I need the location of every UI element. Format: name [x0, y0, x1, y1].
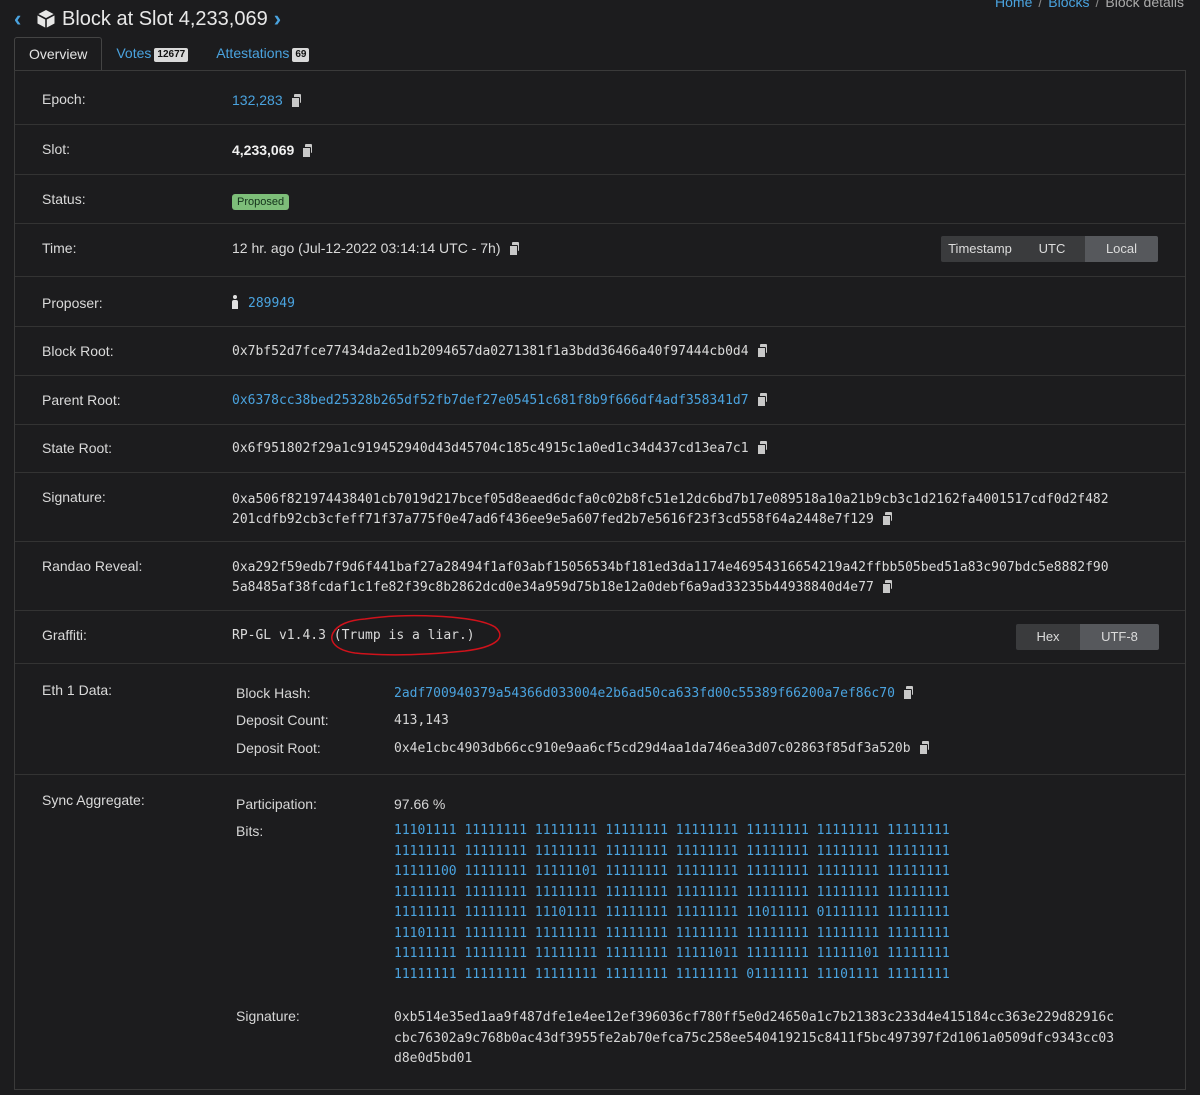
- randao-row: Randao Reveal: 0xa292f59edb7f9d6f441baf2…: [15, 542, 1185, 611]
- attestations-count-badge: 69: [292, 48, 310, 62]
- proposer-row: Proposer: 289949: [15, 277, 1185, 327]
- eth1-block-hash-link[interactable]: 2adf700940379a54366d033004e2b6ad50ca633f…: [394, 686, 895, 701]
- copy-icon[interactable]: [881, 580, 892, 594]
- epoch-link[interactable]: 132,283: [232, 92, 283, 108]
- chevron-right-icon[interactable]: ›: [274, 6, 290, 32]
- status-badge: Proposed: [232, 194, 290, 210]
- time-row: Time: 12 hr. ago (Jul-12-2022 03:14:14 U…: [15, 224, 1185, 277]
- copy-icon[interactable]: [756, 393, 767, 407]
- slot-value: 4,233,069: [232, 142, 295, 158]
- page-header: ‹ Block at Slot 4,233,069 ›: [14, 6, 290, 32]
- sync-bits: 11101111 11111111 11111111 11111111 1111…: [394, 823, 950, 982]
- hex-button[interactable]: Hex: [1016, 624, 1080, 650]
- signature-row: Signature: 0xa506f821974438401cb7019d217…: [15, 473, 1185, 542]
- chevron-left-icon[interactable]: ‹: [14, 6, 30, 32]
- block-root-row: Block Root: 0x7bf52d7fce77434da2ed1b2094…: [15, 327, 1185, 376]
- tab-bar: Overview Votes 12677 Attestations 69: [14, 37, 323, 71]
- sync-signature-value: 0xb514e35ed1aa9f487dfe1e4ee12ef396036cf7…: [394, 1010, 1115, 1066]
- utc-button[interactable]: UTC: [1019, 236, 1085, 262]
- graffiti-encoding-toggle: Hex UTF-8: [1016, 624, 1159, 650]
- tab-attestations[interactable]: Attestations 69: [202, 37, 323, 71]
- copy-icon[interactable]: [918, 741, 929, 755]
- breadcrumb: Home / Blocks / Block details: [995, 0, 1184, 10]
- utf8-button[interactable]: UTF-8: [1080, 624, 1159, 650]
- validator-icon: [232, 295, 238, 309]
- copy-icon[interactable]: [508, 242, 519, 256]
- randao-value: 0xa292f59edb7f9d6f441baf27a28494f1af03ab…: [232, 560, 1109, 595]
- time-value: 12 hr. ago (Jul-12-2022 03:14:14 UTC - 7…: [232, 240, 501, 256]
- deposit-root-value: 0x4e1cbc4903db66cc910e9aa6cf5cd29d4aa1da…: [394, 741, 911, 756]
- parent-root-link[interactable]: 0x6378cc38bed25328b265df52fb7def27e05451…: [232, 393, 749, 408]
- status-row: Status: Proposed: [15, 175, 1185, 224]
- parent-root-row: Parent Root: 0x6378cc38bed25328b265df52f…: [15, 376, 1185, 425]
- breadcrumb-blocks[interactable]: Blocks: [1048, 0, 1089, 10]
- participation-value: 97.66 %: [394, 796, 446, 812]
- copy-icon[interactable]: [756, 441, 767, 455]
- local-button[interactable]: Local: [1085, 236, 1158, 262]
- eth1-data-row: Eth 1 Data: Block Hash: 2adf700940379a54…: [15, 664, 1185, 775]
- page-title: Block at Slot 4,233,069: [62, 7, 268, 30]
- time-format-toggle: Timestamp UTC Local: [941, 236, 1158, 262]
- tab-overview[interactable]: Overview: [14, 37, 103, 71]
- signature-value: 0xa506f821974438401cb7019d217bcef05d8eae…: [232, 492, 1109, 527]
- graffiti-row: Graffiti: RP-GL v1.4.3 (Trump is a liar.…: [15, 611, 1185, 664]
- copy-icon[interactable]: [756, 344, 767, 358]
- slot-row: Slot: 4,233,069: [15, 125, 1185, 175]
- red-annotation-circle: [331, 614, 501, 656]
- timestamp-button[interactable]: Timestamp: [941, 236, 1019, 262]
- tab-votes[interactable]: Votes 12677: [102, 37, 202, 71]
- epoch-row: Epoch: 132,283: [15, 71, 1185, 125]
- copy-icon[interactable]: [290, 94, 301, 108]
- cube-icon: [36, 9, 56, 29]
- state-root-value: 0x6f951802f29a1c919452940d43d45704c185c4…: [232, 441, 749, 456]
- sync-aggregate-row: Sync Aggregate: Participation: 97.66 % B…: [15, 775, 1185, 1095]
- breadcrumb-current: Block details: [1105, 0, 1184, 10]
- block-root-value: 0x7bf52d7fce77434da2ed1b2094657da0271381…: [232, 344, 749, 359]
- deposit-count-value: 413,143: [394, 713, 449, 728]
- state-root-row: State Root: 0x6f951802f29a1c919452940d43…: [15, 425, 1185, 473]
- copy-icon[interactable]: [881, 512, 892, 526]
- breadcrumb-home[interactable]: Home: [995, 0, 1032, 10]
- proposer-link[interactable]: 289949: [248, 296, 295, 311]
- copy-icon[interactable]: [902, 686, 913, 700]
- copy-icon[interactable]: [302, 144, 313, 158]
- block-details-card: Epoch: 132,283 Slot: 4,233,069 Status: P…: [14, 70, 1186, 1090]
- votes-count-badge: 12677: [154, 48, 189, 62]
